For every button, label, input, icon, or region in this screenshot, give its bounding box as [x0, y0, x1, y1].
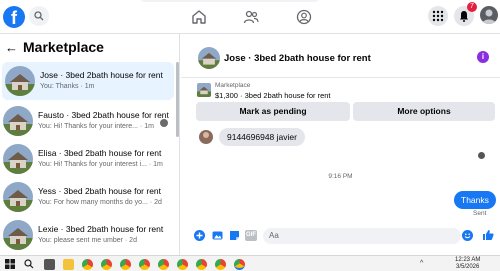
- conversation-title: Yess · 3bed 2bath house for rent: [38, 186, 162, 196]
- search-icon: [34, 11, 44, 21]
- photo-icon: [212, 231, 223, 240]
- outgoing-message-bubble[interactable]: Thanks: [454, 191, 496, 209]
- chrome-icon[interactable]: [196, 259, 207, 270]
- grid-menu-icon: [432, 10, 444, 22]
- notification-badge: 7: [467, 2, 477, 12]
- sent-status: Sent: [473, 210, 487, 217]
- listing-label: Marketplace: [215, 82, 251, 89]
- profile-nav-button[interactable]: [295, 8, 313, 26]
- avatar-icon: [482, 9, 496, 24]
- start-button[interactable]: [5, 259, 15, 271]
- sender-avatar[interactable]: [199, 130, 213, 144]
- conversation-preview: You: For how many months do yo... · 2d: [38, 199, 162, 206]
- like-button[interactable]: [482, 229, 494, 241]
- windows-logo-icon: [5, 259, 15, 269]
- taskbar-clock[interactable]: 12:23 AM 3/5/2026: [455, 257, 480, 271]
- clock-time: 12:23 AM: [455, 257, 481, 263]
- listing-thumbnail: [197, 83, 211, 97]
- home-icon: [192, 10, 206, 24]
- chat-pane: Jose · 3bed 2bath house for rent i Marke…: [181, 34, 500, 255]
- chrome-icon[interactable]: [82, 259, 93, 270]
- search-icon: [24, 259, 34, 269]
- conversation-preview: You: Thanks · 1m: [40, 83, 95, 90]
- gif-button[interactable]: GIF: [245, 230, 257, 241]
- house-thumbnail: [3, 106, 33, 136]
- mark-as-pending-button[interactable]: Mark as pending: [196, 102, 350, 121]
- chrome-icon[interactable]: [177, 259, 188, 270]
- attach-photo-button[interactable]: [212, 230, 223, 241]
- task-view-icon[interactable]: [44, 259, 55, 270]
- windows-taskbar: ^ 12:23 AM 3/5/2026: [0, 255, 500, 271]
- conversation-preview: You: please sent me umber · 2d: [38, 237, 137, 244]
- back-arrow-icon[interactable]: ←: [5, 40, 19, 55]
- read-receipt-avatar: [160, 119, 168, 127]
- conversation-title: Lexie · 3bed 2bath house for rent: [38, 224, 164, 234]
- seen-indicator: [478, 152, 485, 159]
- conversation-preview: You: Hi! Thanks for your intere... · 1m: [38, 123, 154, 130]
- house-thumbnail: [5, 66, 35, 96]
- chrome-icon[interactable]: [120, 259, 131, 270]
- file-explorer-icon[interactable]: [63, 259, 74, 270]
- conversation-item[interactable]: Fausto · 3bed 2bath house for rent You: …: [0, 102, 176, 140]
- more-options-button[interactable]: More options: [353, 102, 495, 121]
- message-timestamp: 9:16 PM: [328, 173, 353, 180]
- friends-icon: [243, 10, 259, 24]
- chrome-icon-active[interactable]: [234, 259, 245, 270]
- conversation-item[interactable]: Jose · 3bed 2bath house for rent You: Th…: [2, 62, 174, 100]
- conversation-item[interactable]: Lexie · 3bed 2bath house for rent You: p…: [0, 216, 176, 254]
- emoji-button[interactable]: [462, 230, 473, 241]
- bell-icon: [460, 11, 468, 22]
- conversation-title: Fausto · 3bed 2bath house for rent: [38, 110, 169, 120]
- chrome-icon[interactable]: [101, 259, 112, 270]
- conversation-title: Jose · 3bed 2bath house for rent: [40, 70, 163, 80]
- facebook-logo[interactable]: f: [3, 6, 25, 28]
- top-navigation-bar: f 7: [0, 0, 500, 34]
- chat-title[interactable]: Jose · 3bed 2bath house for rent: [224, 53, 371, 64]
- plus-circle-icon: [194, 230, 205, 241]
- listing-price: $1,300 · 3bed 2bath house for rent: [215, 91, 331, 100]
- conversation-title: Elisa · 3bed 2bath house for rent: [38, 148, 162, 158]
- marketplace-sidebar: ← Marketplace Jose · 3bed 2bath house fo…: [0, 34, 180, 255]
- conversation-item[interactable]: Elisa · 3bed 2bath house for rent You: H…: [0, 140, 176, 178]
- friends-nav-button[interactable]: [242, 8, 260, 26]
- chrome-icon[interactable]: [158, 259, 169, 270]
- emoji-icon: [464, 233, 471, 239]
- chat-house-thumbnail[interactable]: [198, 47, 220, 69]
- system-tray[interactable]: ^: [420, 260, 423, 267]
- taskbar-search-button[interactable]: [24, 259, 34, 271]
- home-nav-button[interactable]: [190, 8, 208, 26]
- top-edge-bar: [140, 0, 320, 2]
- house-thumbnail: [3, 182, 33, 212]
- info-button[interactable]: i: [477, 51, 489, 63]
- menu-button[interactable]: [428, 6, 448, 26]
- profile-icon: [296, 9, 312, 25]
- sidebar-header: ← Marketplace: [0, 34, 179, 60]
- message-composer: GIF Aa: [181, 224, 500, 248]
- sticker-button[interactable]: [229, 230, 240, 241]
- sticker-icon: [230, 231, 239, 240]
- house-thumbnail: [3, 220, 33, 250]
- chrome-icon[interactable]: [215, 259, 226, 270]
- listing-summary[interactable]: Marketplace $1,300 · 3bed 2bath house fo…: [197, 81, 497, 103]
- chat-header: Jose · 3bed 2bath house for rent i: [181, 34, 500, 78]
- conversation-item[interactable]: Yess · 3bed 2bath house for rent You: Fo…: [0, 178, 176, 216]
- sidebar-title: Marketplace: [23, 39, 104, 55]
- sidebar-scrollbar[interactable]: [176, 62, 179, 137]
- incoming-message-bubble[interactable]: 9144696948 javier: [219, 128, 305, 146]
- chrome-icon[interactable]: [139, 259, 150, 270]
- add-more-button[interactable]: [194, 230, 205, 241]
- account-avatar[interactable]: [480, 6, 498, 24]
- conversation-preview: You: Hi! Thanks for your interest i... ·…: [38, 161, 163, 168]
- house-thumbnail: [3, 144, 33, 174]
- search-button[interactable]: [29, 6, 49, 26]
- clock-date: 3/5/2026: [456, 264, 480, 270]
- message-input[interactable]: Aa: [263, 228, 461, 244]
- thumbs-up-icon: [483, 230, 494, 240]
